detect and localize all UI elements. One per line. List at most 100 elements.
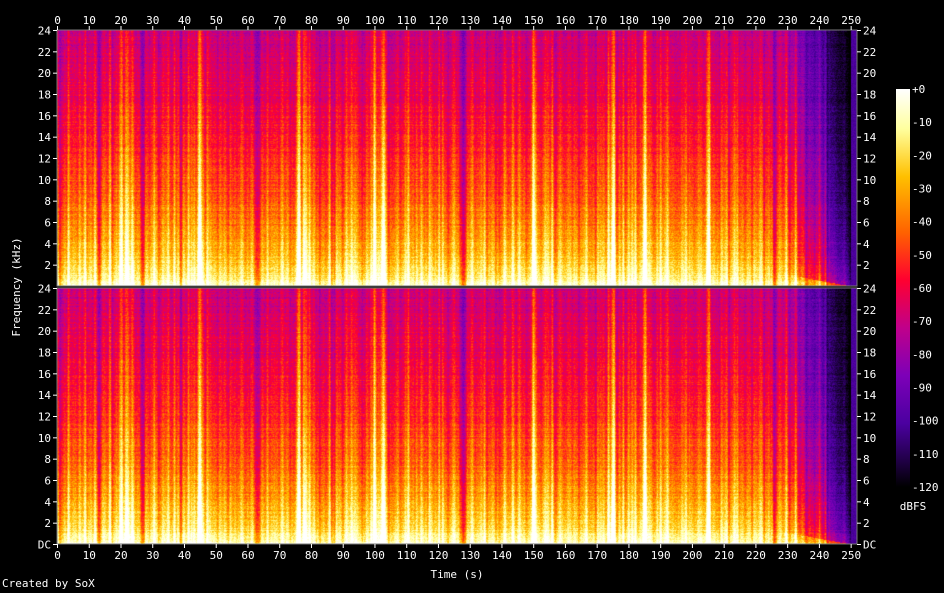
y-tick-label-right: 20 [863, 325, 876, 338]
x-tick-label-bottom: 60 [241, 549, 254, 562]
x-tick-label-bottom: 0 [54, 549, 61, 562]
y-tick-label-right: 2 [863, 517, 870, 530]
y-tick-label-left: 12 [38, 153, 51, 166]
x-tick-label-top: 20 [114, 14, 127, 27]
x-tick-label-bottom: 210 [714, 549, 734, 562]
y-tick-label-right: 16 [863, 110, 876, 123]
y-tick-label-left: 16 [38, 110, 51, 123]
y-tick-label-right: 4 [863, 496, 870, 509]
x-tick-label-top: 210 [714, 14, 734, 27]
colorbar-tick-label: +0 [912, 83, 925, 96]
y-tick-label-right: 10 [863, 432, 876, 445]
y-tick-label-right: 16 [863, 368, 876, 381]
x-tick-label-bottom: 90 [337, 549, 350, 562]
colorbar-tick-label: -100 [912, 415, 939, 428]
credit-text: Created by SoX [2, 577, 95, 590]
y-tick-label-left: 22 [38, 304, 51, 317]
x-tick-label-bottom: 50 [210, 549, 223, 562]
y-tick-label-right: 18 [863, 89, 876, 102]
y-tick-label-right: 2 [863, 259, 870, 272]
colorbar-tick-label: -70 [912, 315, 932, 328]
colorbar-tick-label: -20 [912, 149, 932, 162]
x-tick-label-top: 220 [746, 14, 766, 27]
x-tick-label-bottom: 30 [146, 549, 159, 562]
spectrogram-channel-2 [57, 288, 857, 544]
x-tick-label-bottom: 40 [178, 549, 191, 562]
y-tick-label-left: 10 [38, 174, 51, 187]
y-tick-label-left: 12 [38, 411, 51, 424]
x-tick-label-top: 80 [305, 14, 318, 27]
y-tick-label-left: 6 [44, 475, 51, 488]
y-tick-label-right: 10 [863, 174, 876, 187]
y-tick-label-right: 14 [863, 131, 877, 144]
y-tick-label-left: 24 [38, 25, 52, 38]
colorbar-tick-label: -60 [912, 282, 932, 295]
y-tick-label-right: 12 [863, 153, 876, 166]
y-tick-label-right: 6 [863, 217, 870, 230]
colorbar-tick-labels: +0 -10 -20 -30 -40 -50 -60 -70 -80 -90 -100 -110 -12… [912, 83, 939, 494]
y-tick-label-left: 8 [44, 195, 51, 208]
y-tick-label-right: 18 [863, 347, 876, 360]
colorbar-tick-label: -90 [912, 382, 932, 395]
x-tick-label-top: 190 [651, 14, 671, 27]
y-tick-label-left: 18 [38, 347, 51, 360]
x-tick-label-bottom: 150 [524, 549, 544, 562]
x-tick-label-bottom: 140 [492, 549, 512, 562]
y-tick-label-left: 6 [44, 217, 51, 230]
x-tick-label-bottom: 170 [587, 549, 607, 562]
y-tick-label-right: 8 [863, 195, 870, 208]
x-tick-label-top: 50 [210, 14, 223, 27]
spectrogram-channel-1 [57, 30, 857, 286]
y-tick-label-left: 8 [44, 453, 51, 466]
x-tick-label-top: 170 [587, 14, 607, 27]
colorbar-tick-label: -110 [912, 448, 939, 461]
x-axis-label: Time (s) [431, 568, 484, 581]
x-tick-label-top: 150 [524, 14, 544, 27]
x-tick-label-bottom: 160 [555, 549, 575, 562]
colorbar-tick-label: -40 [912, 216, 932, 229]
colorbar-label: dBFS [900, 500, 927, 513]
y-tick-label-left: 18 [38, 89, 51, 102]
x-tick-label-top: 10 [83, 14, 96, 27]
x-tick-label-top: 140 [492, 14, 512, 27]
y-tick-label-right: 22 [863, 304, 876, 317]
y-tick-label-left: DC [38, 539, 51, 552]
x-tick-label-bottom: 220 [746, 549, 766, 562]
x-tick-label-bottom: 240 [809, 549, 829, 562]
x-tick-label-top: 230 [778, 14, 798, 27]
y-tick-label-left: 4 [44, 496, 51, 509]
y-tick-label-left: 20 [38, 325, 51, 338]
colorbar-tick-label: -10 [912, 116, 932, 129]
x-tick-label-top: 110 [397, 14, 417, 27]
y-tick-label-right: 14 [863, 389, 877, 402]
x-tick-label-bottom: 190 [651, 549, 671, 562]
y-tick-label-left: 14 [38, 389, 52, 402]
y-tick-label-left: 10 [38, 432, 51, 445]
y-tick-label-right: 4 [863, 238, 870, 251]
x-tick-label-top: 40 [178, 14, 191, 27]
colorbar-tick-label: -80 [912, 348, 932, 361]
spectrogram-chart: 0 0 10 10 20 20 30 30 40 40 50 50 60 60 70 70 80 80 90 90 10… [10, 14, 939, 581]
x-tick-label-bottom: 180 [619, 549, 639, 562]
x-tick-label-top: 60 [241, 14, 254, 27]
x-tick-label-bottom: 100 [365, 549, 385, 562]
x-tick-label-bottom: 230 [778, 549, 798, 562]
x-tick-label-top: 130 [460, 14, 480, 27]
y-tick-label-left: 14 [38, 131, 52, 144]
x-tick-label-top: 250 [841, 14, 861, 27]
y-tick-label-left: 2 [44, 259, 51, 272]
x-tick-label-top: 90 [337, 14, 350, 27]
y-tick-label-right: 8 [863, 453, 870, 466]
x-tick-label-bottom: 20 [114, 549, 127, 562]
x-tick-label-top: 240 [809, 14, 829, 27]
x-tick-label-top: 100 [365, 14, 385, 27]
x-tick-label-bottom: 130 [460, 549, 480, 562]
y-tick-label-right: 24 [863, 283, 877, 296]
x-tick-label-top: 0 [54, 14, 61, 27]
x-tick-label-top: 70 [273, 14, 286, 27]
y-tick-label-left: 16 [38, 368, 51, 381]
colorbar-tick-label: -120 [912, 481, 939, 494]
y-tick-label-right: 20 [863, 67, 876, 80]
colorbar-tick-label: -30 [912, 183, 932, 196]
y-tick-label-left: 20 [38, 67, 51, 80]
